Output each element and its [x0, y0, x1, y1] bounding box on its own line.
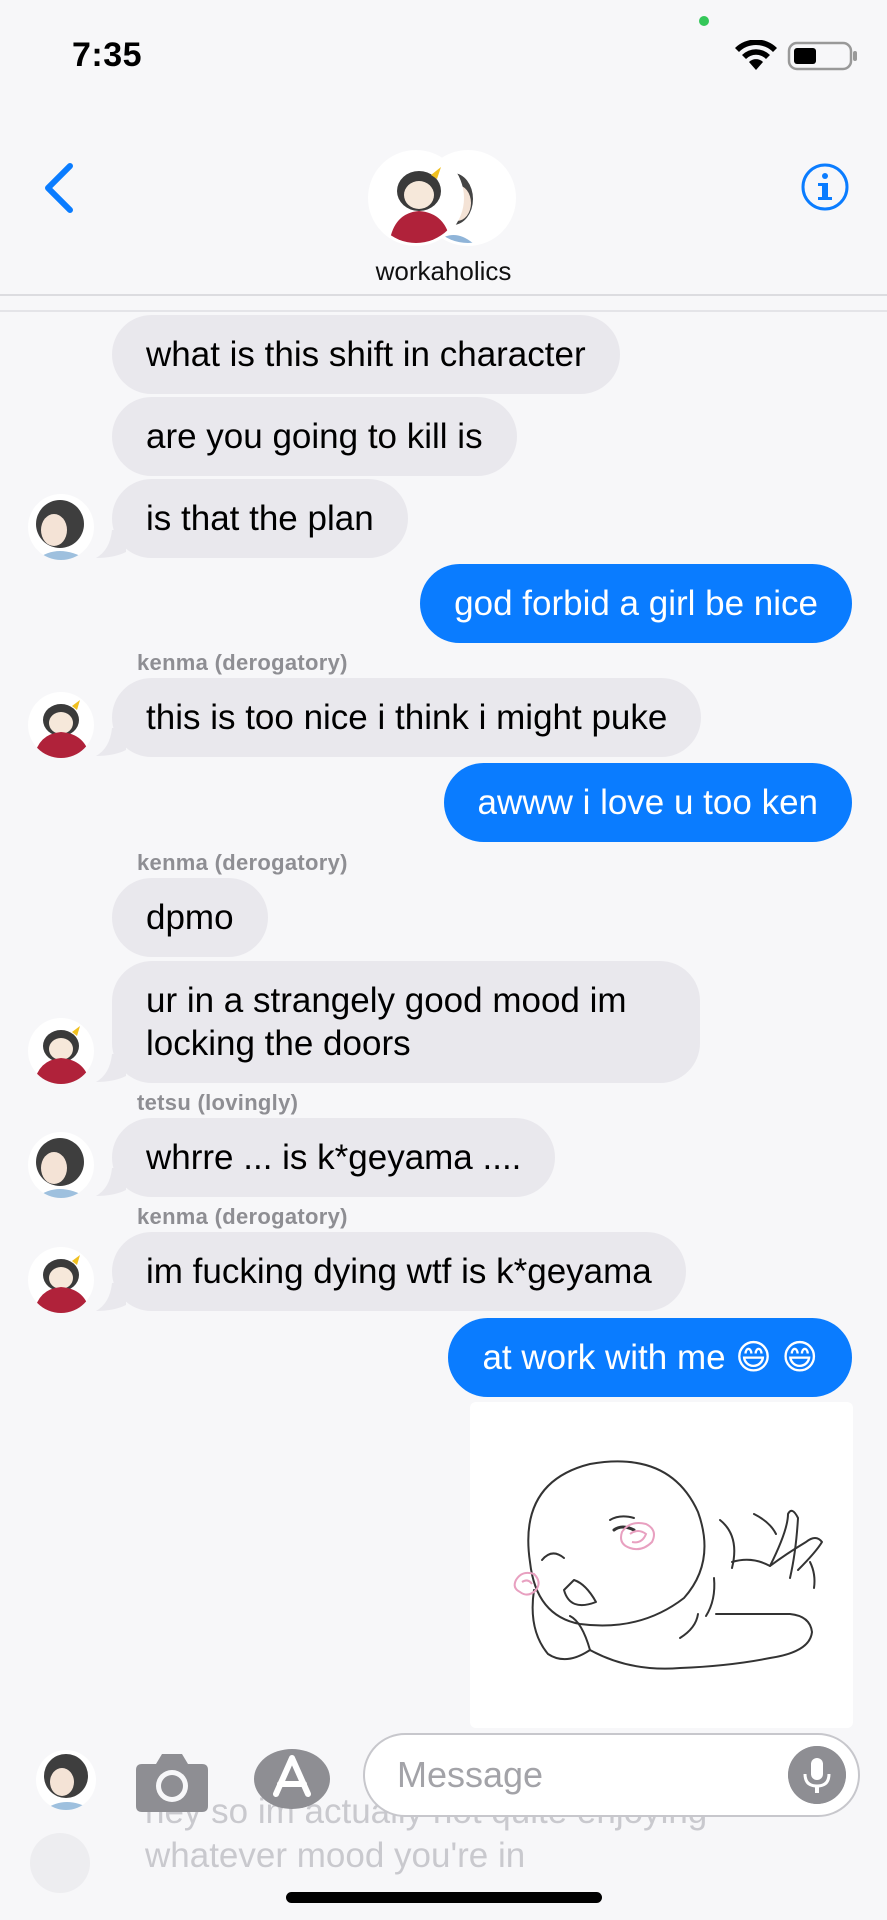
message-bubble-incoming[interactable]: this is too nice i think i might puke	[112, 678, 702, 757]
wifi-icon	[735, 40, 777, 70]
message-bubble-incoming[interactable]: ur in a strangely good mood im locking t…	[112, 961, 700, 1083]
message-bubble-outgoing[interactable]: awww i love u too ken	[443, 763, 852, 842]
status-time: 7:35	[72, 36, 143, 74]
conversation-title[interactable]: workaholics	[0, 256, 887, 287]
sender-label: kenma (derogatory)	[137, 850, 348, 875]
sender-label: kenma (derogatory)	[137, 1204, 348, 1229]
battery-icon	[787, 41, 857, 71]
message-bubble-incoming[interactable]: im fucking dying wtf is k*geyama	[112, 1232, 686, 1311]
ghost-line: whatever mood you're in	[145, 1836, 526, 1875]
ghost-avatar	[30, 1833, 90, 1893]
avatar-kenma[interactable]	[28, 1247, 94, 1313]
avatar-tetsu[interactable]	[28, 1132, 94, 1198]
back-button[interactable]	[40, 160, 80, 216]
message-bubble-outgoing[interactable]: at work with me 😄 😄	[448, 1318, 852, 1397]
status-bar: 7:35	[0, 0, 887, 110]
message-line: locking the doors	[146, 1024, 411, 1063]
message-bubble-incoming[interactable]: what is this shift in character	[112, 315, 620, 394]
avatar	[368, 150, 464, 246]
message-bubble-incoming[interactable]: dpmo	[112, 878, 268, 957]
home-indicator[interactable]	[286, 1892, 602, 1903]
header-divider	[0, 310, 887, 312]
camera-icon[interactable]	[134, 1748, 210, 1814]
sender-label: tetsu (lovingly)	[137, 1090, 299, 1115]
avatar-tetsu[interactable]	[28, 494, 94, 560]
avatar-kenma[interactable]	[28, 1018, 94, 1084]
message-bubble-incoming[interactable]: is that the plan	[112, 479, 408, 558]
conversation-header: workaholics	[0, 110, 887, 296]
sticker-drawing	[513, 1460, 823, 1670]
info-icon[interactable]	[800, 162, 850, 212]
message-bubble-incoming[interactable]: are you going to kill is	[112, 397, 517, 476]
app-store-icon[interactable]	[252, 1746, 332, 1812]
message-bubble-incoming[interactable]: whrre ... is k*geyama ....	[112, 1118, 556, 1197]
message-line: ur in a strangely good mood im	[146, 981, 627, 1020]
memoji-button[interactable]	[36, 1750, 96, 1810]
composer-toolbar: hey so im actually not quite enjoying wh…	[0, 1728, 887, 1920]
camera-in-use-indicator	[699, 16, 709, 26]
microphone-icon[interactable]	[788, 1746, 846, 1804]
sticker-image[interactable]	[470, 1402, 853, 1728]
message-input[interactable]	[363, 1733, 860, 1817]
message-bubble-outgoing[interactable]: god forbid a girl be nice	[420, 564, 852, 643]
avatar-kenma[interactable]	[28, 692, 94, 758]
sender-label: kenma (derogatory)	[137, 650, 348, 675]
group-avatar[interactable]	[366, 148, 522, 248]
